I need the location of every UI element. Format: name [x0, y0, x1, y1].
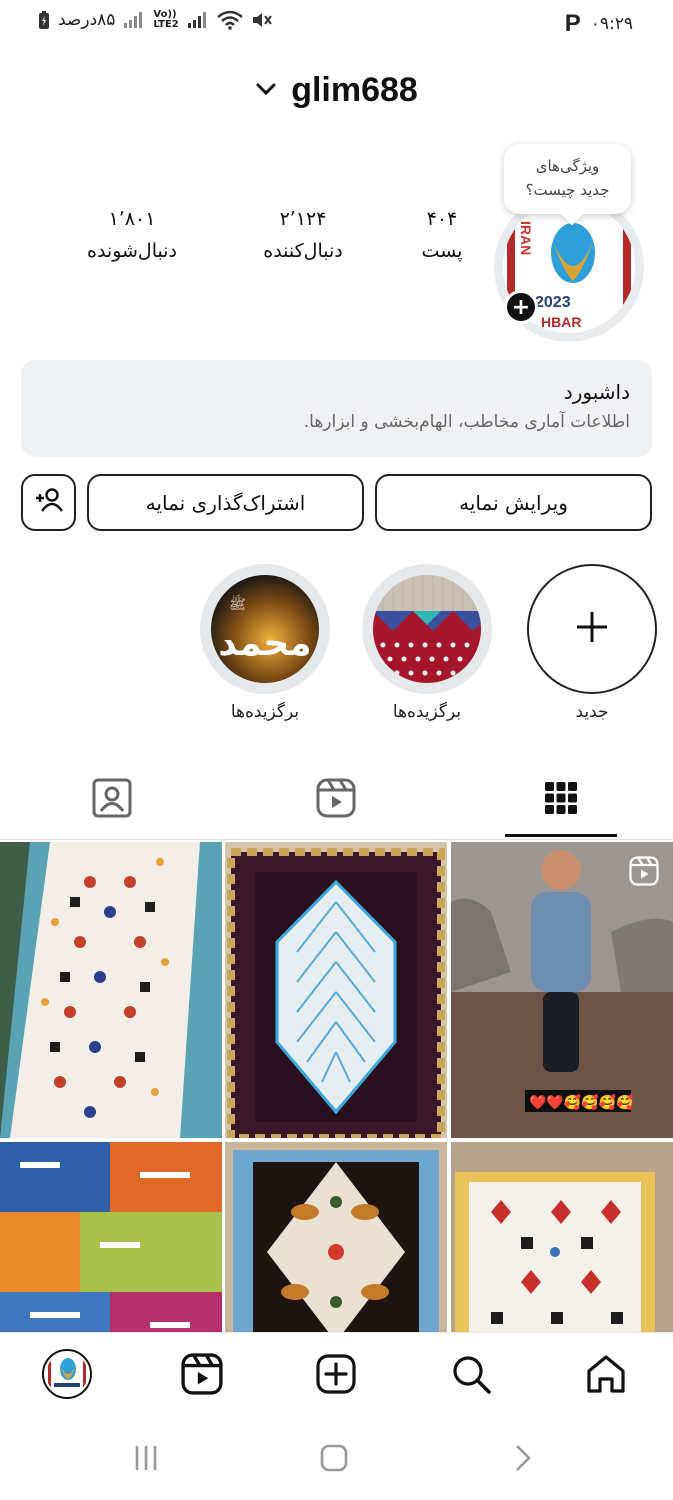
tab-posts-grid[interactable] — [537, 776, 585, 824]
share-profile-button[interactable]: اشتراک‌گذاری نمایه — [87, 474, 364, 531]
add-story-icon[interactable]: + — [504, 290, 538, 324]
plus-icon — [574, 609, 610, 649]
tooltip-line-2: جدید چیست؟ — [525, 181, 610, 199]
clock: ۰۹:۲۹ — [590, 14, 633, 34]
reels-icon — [181, 1353, 223, 1399]
add-person-icon — [35, 487, 63, 518]
recents-icon — [131, 1443, 161, 1477]
avatar-text-bottom: HBAR — [541, 314, 581, 330]
post-thumbnail[interactable] — [0, 1142, 222, 1332]
back-button[interactable] — [502, 1440, 542, 1480]
volte-label: Vo)) LTE2 — [153, 9, 179, 30]
highlight-ring: ﷺ محمد — [200, 564, 330, 694]
create-post-icon — [315, 1353, 357, 1399]
following-count: ۲٬۱۲۴ — [279, 208, 327, 230]
profile-tabs — [0, 760, 673, 840]
reel-badge-icon — [629, 856, 659, 890]
highlight-featured-1[interactable]: برگزیده‌ها — [362, 564, 492, 722]
reels-icon — [316, 778, 356, 822]
highlight-image-kilim — [373, 575, 481, 683]
chevron-down-icon[interactable] — [255, 81, 277, 100]
highlight-image-calligraphy: ﷺ محمد — [211, 575, 319, 683]
stat-posts[interactable]: ۴۰۴ پست — [400, 208, 484, 262]
battery-icon — [38, 10, 50, 30]
username[interactable]: glim688 — [291, 71, 418, 110]
active-tab-indicator — [505, 834, 617, 837]
post-thumbnail[interactable] — [451, 1142, 673, 1332]
grid-icon — [544, 781, 578, 819]
tooltip-line-1: ویژگی‌های — [535, 157, 600, 175]
posts-count: ۴۰۴ — [426, 208, 458, 230]
nav-search[interactable] — [446, 1351, 496, 1401]
avatar-text-year: 2023 — [535, 294, 571, 311]
nav-reels[interactable] — [177, 1351, 227, 1401]
highlight-featured-2[interactable]: ﷺ محمد برگزیده‌ها — [200, 564, 330, 722]
whats-new-tooltip[interactable]: ویژگی‌های جدید چیست؟ — [504, 144, 631, 214]
home-button[interactable] — [314, 1440, 354, 1480]
new-highlight-circle — [527, 564, 657, 694]
tagged-icon — [92, 778, 132, 822]
tab-reels[interactable] — [312, 776, 360, 824]
app-indicator-icon: P — [564, 10, 581, 37]
highlight-label: برگزیده‌ها — [230, 702, 300, 722]
highlight-label: برگزیده‌ها — [392, 702, 462, 722]
signal-icon-2 — [187, 11, 209, 29]
profile-avatar-icon — [42, 1349, 92, 1403]
stat-following[interactable]: ۲٬۱۲۴ دنبال‌کننده — [248, 208, 358, 262]
nav-profile[interactable] — [42, 1349, 92, 1403]
highlight-new[interactable]: جدید — [527, 564, 657, 722]
highlight-ring — [362, 564, 492, 694]
wifi-icon — [217, 10, 244, 30]
post-thumbnail[interactable] — [225, 842, 447, 1138]
home-icon — [585, 1353, 627, 1399]
dashboard-title: داشبورد — [563, 380, 630, 404]
battery-percent: ۸۵درصد — [58, 10, 116, 30]
system-navigation — [0, 1418, 673, 1500]
dashboard-subtitle: اطلاعات آماری مخاطب، الهام‌بخشی و ابزاره… — [303, 412, 630, 432]
posts-label: پست — [421, 240, 463, 262]
edit-profile-button[interactable]: ویرایش نمایه — [375, 474, 652, 531]
bottom-navigation — [0, 1332, 673, 1418]
chevron-right-icon — [507, 1443, 537, 1477]
followers-label: دنبال‌شونده — [86, 240, 178, 262]
status-left: ۸۵درصد Vo)) LTE2 — [38, 10, 273, 30]
post-thumbnail[interactable]: ❤️❤️🥰🥰🥰🥰 — [451, 842, 673, 1138]
highlight-label: جدید — [575, 702, 609, 722]
posts-grid: ❤️❤️🥰🥰🥰🥰 — [0, 842, 673, 1332]
profile-header: glim688 — [0, 66, 673, 114]
stat-followers[interactable]: ۱٬۸۰۱ دنبال‌شونده — [74, 208, 190, 262]
search-icon — [450, 1353, 492, 1399]
status-bar: ۸۵درصد Vo)) LTE2 P ۰۹:۲۹ — [0, 0, 673, 44]
calligraphy-text: محمد — [218, 623, 311, 664]
following-label: دنبال‌کننده — [263, 240, 343, 262]
tab-tagged[interactable] — [88, 776, 136, 824]
professional-dashboard[interactable]: داشبورد اطلاعات آماری مخاطب، الهام‌بخشی … — [21, 360, 652, 457]
followers-count: ۱٬۸۰۱ — [108, 208, 156, 230]
status-right: P ۰۹:۲۹ — [565, 10, 633, 38]
nav-create[interactable] — [311, 1351, 361, 1401]
post-thumbnail[interactable] — [0, 842, 222, 1138]
recent-apps-button[interactable] — [126, 1440, 166, 1480]
home-square-icon — [319, 1443, 349, 1477]
emoji-overlay: ❤️❤️🥰🥰🥰🥰 — [529, 1093, 634, 1111]
discover-people-button[interactable] — [21, 474, 76, 531]
nav-home[interactable] — [581, 1351, 631, 1401]
mute-icon — [251, 10, 273, 30]
avatar-text-iran: IRAN — [518, 221, 534, 255]
svg-text:ﷺ: ﷺ — [229, 594, 246, 613]
signal-icon-1 — [123, 11, 145, 29]
post-thumbnail[interactable] — [225, 1142, 447, 1332]
